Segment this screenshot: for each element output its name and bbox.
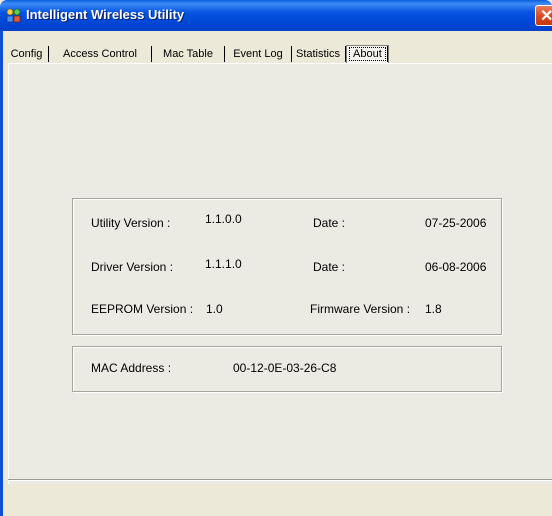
tab-separator xyxy=(151,46,152,62)
mac-address-label: MAC Address : xyxy=(91,361,172,375)
mac-address-group: MAC Address : 00-12-0E-03-26-C8 xyxy=(72,346,502,392)
close-icon: ✕ xyxy=(540,8,552,25)
close-button[interactable]: ✕ xyxy=(535,5,552,26)
firmware-version-label: Firmware Version : xyxy=(310,302,411,316)
tab-statistics[interactable]: Statistics xyxy=(294,44,342,64)
firmware-version-value: 1.8 xyxy=(425,302,442,316)
driver-version-label: Driver Version : xyxy=(91,260,174,274)
tab-about[interactable]: About xyxy=(346,45,389,63)
app-icon xyxy=(6,8,21,23)
bottom-divider xyxy=(8,479,552,481)
tab-separator xyxy=(224,46,225,62)
window-title: Intelligent Wireless Utility xyxy=(26,7,185,22)
tab-access-control[interactable]: Access Control xyxy=(52,44,148,64)
tab-event-log[interactable]: Event Log xyxy=(228,44,288,64)
utility-date-value: 07-25-2006 xyxy=(425,216,487,230)
version-info-group: Utility Version : 1.1.0.0 Date : 07-25-2… xyxy=(72,198,502,335)
driver-date-label: Date : xyxy=(313,260,346,274)
eeprom-version-value: 1.0 xyxy=(206,302,223,316)
tab-about-label: About xyxy=(349,47,386,61)
driver-version-value: 1.1.1.0 xyxy=(205,257,242,271)
tab-config[interactable]: Config xyxy=(8,44,45,64)
title-bar[interactable]: Intelligent Wireless Utility ✕ xyxy=(0,0,552,31)
tab-mac-table[interactable]: Mac Table xyxy=(155,44,221,64)
tab-separator xyxy=(291,46,292,62)
eeprom-version-label: EEPROM Version : xyxy=(91,302,194,316)
utility-version-value: 1.1.0.0 xyxy=(205,212,242,226)
tab-separator xyxy=(48,46,49,62)
driver-date-value: 06-08-2006 xyxy=(425,260,487,274)
tab-separator xyxy=(387,46,388,62)
utility-date-label: Date : xyxy=(313,216,346,230)
mac-address-value: 00-12-0E-03-26-C8 xyxy=(233,361,337,375)
utility-version-label: Utility Version : xyxy=(91,216,171,230)
